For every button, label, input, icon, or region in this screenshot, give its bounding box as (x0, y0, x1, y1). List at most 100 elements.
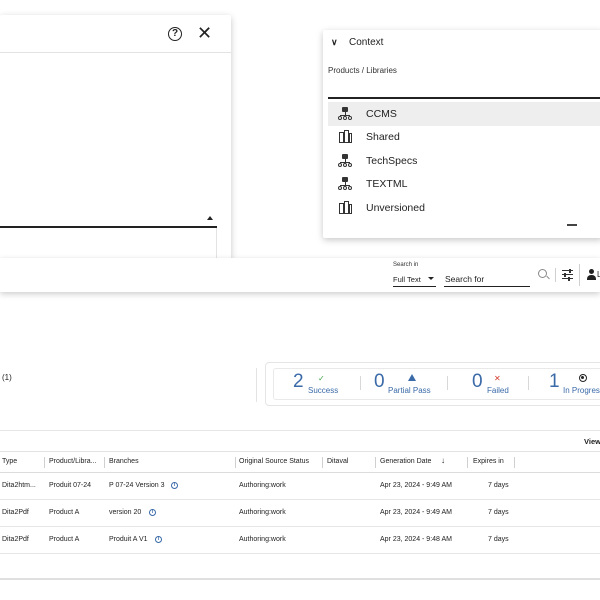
column-divider[interactable] (104, 457, 105, 468)
cell-expires: 7 days (488, 536, 509, 543)
context-item-label: Unversioned (366, 201, 425, 214)
stat-label: Success (308, 386, 339, 395)
stat-value: 2 (293, 371, 304, 392)
search-input[interactable] (444, 272, 530, 287)
chevron-down-icon[interactable]: ∨ (331, 37, 341, 47)
context-item-unversioned[interactable]: Unversioned (328, 196, 600, 220)
column-divider[interactable] (467, 457, 468, 468)
search-in-label: Search in (393, 262, 419, 268)
library-icon (338, 130, 352, 144)
cell-branch: P 07-24 Version 3 (109, 482, 165, 489)
cell-product: Product A (49, 536, 80, 543)
table-row[interactable]: Dita2Pdf Product A Produit A V1 i Author… (0, 527, 600, 554)
toolbar-divider (579, 264, 580, 286)
help-icon[interactable]: ? (168, 27, 182, 41)
table-header: Type Product/Libra... Branches Original … (0, 451, 600, 473)
context-path-label: Products / Libraries (328, 66, 397, 75)
stat-label: Failed (487, 386, 509, 395)
view-button[interactable]: View (584, 437, 600, 446)
status-summary-card: 2 ✓ Success 0 Partial Pass 0 ✕ Failed 1 … (265, 362, 600, 406)
context-item-label: CCMS (366, 107, 397, 120)
results-table: Type Product/Libra... Branches Original … (0, 451, 600, 554)
result-count: (1) (2, 373, 12, 382)
stat-partial-pass[interactable]: 0 Partial Pass (374, 371, 444, 397)
summary-divider (256, 368, 257, 402)
context-item-label: Shared (366, 131, 400, 144)
triangle-icon (408, 374, 416, 381)
search-scope-select[interactable]: Full Text (393, 273, 436, 287)
table-row[interactable]: Dita2Pdf Product A version 20 i Authorin… (0, 500, 600, 527)
stat-divider (528, 376, 529, 390)
info-icon[interactable]: i (155, 535, 162, 543)
table-bottom-border (0, 578, 600, 580)
column-divider[interactable] (235, 457, 236, 468)
cell-type: Dita2Pdf (2, 536, 29, 543)
x-icon: ✕ (494, 374, 501, 383)
cell-generation-date: Apr 23, 2024 - 9:49 AM (380, 482, 452, 489)
info-icon[interactable]: i (149, 508, 156, 516)
cell-generation-date: Apr 23, 2024 - 9:49 AM (380, 509, 452, 516)
stat-label: In Progress (563, 386, 600, 395)
cell-expires: 7 days (488, 482, 509, 489)
column-divider[interactable] (375, 457, 376, 468)
stat-divider (360, 376, 361, 390)
column-header-expires[interactable]: Expires in (473, 458, 504, 465)
user-icon[interactable] (587, 269, 596, 280)
stat-value: 0 (472, 371, 483, 392)
cell-source-status: Authoring:work (239, 482, 286, 489)
stat-failed[interactable]: 0 ✕ Failed (472, 371, 522, 397)
context-input[interactable] (328, 97, 600, 99)
stat-success[interactable]: 2 ✓ Success (293, 371, 353, 397)
context-panel: ∨ Context Products / Libraries CCMS Shar… (323, 30, 600, 238)
stat-value: 0 (374, 371, 385, 392)
context-item-label: TEXTML (366, 178, 408, 191)
search-icon[interactable] (538, 269, 547, 278)
section-divider (0, 430, 600, 431)
toolbar-divider (555, 268, 556, 282)
search-scope-value: Full Text (393, 275, 421, 284)
context-item-shared[interactable]: Shared (328, 126, 600, 150)
column-header-ditaval[interactable]: Ditaval (327, 458, 348, 465)
stat-in-progress[interactable]: 1 In Progress (549, 371, 600, 397)
column-header-branches[interactable]: Branches (109, 458, 139, 465)
context-item-textml[interactable]: TEXTML (328, 173, 600, 197)
close-icon[interactable]: ✕ (197, 23, 212, 43)
scroll-handle[interactable] (567, 224, 577, 226)
cell-branch: version 20 (109, 509, 142, 516)
cell-type: Dita2Pdf (2, 509, 29, 516)
in-progress-icon (579, 374, 587, 382)
cell-source-status: Authoring:work (239, 509, 286, 516)
caret-down-icon (428, 277, 434, 280)
tree-icon (338, 177, 352, 191)
cell-expires: 7 days (488, 509, 509, 516)
tree-icon (338, 106, 352, 121)
dropdown-field-area (0, 228, 217, 261)
column-header-product[interactable]: Product/Libra... (49, 458, 96, 465)
context-title[interactable]: Context (349, 37, 383, 48)
cell-product: Product A (49, 509, 80, 516)
context-item-label: TechSpecs (366, 154, 418, 167)
table-row[interactable]: Dita2htm... Produit 07-24 P 07-24 Versio… (0, 473, 600, 500)
context-item-ccms[interactable]: CCMS (328, 102, 600, 126)
stat-value: 1 (549, 371, 560, 392)
context-item-techspecs[interactable]: TechSpecs (328, 149, 600, 173)
library-icon (338, 200, 352, 215)
stat-divider (447, 376, 448, 390)
sort-descending-icon[interactable]: ↓ (441, 456, 445, 465)
column-divider[interactable] (514, 457, 515, 468)
column-header-source-status[interactable]: Original Source Status (239, 458, 309, 465)
cell-type: Dita2htm... (2, 482, 36, 489)
column-header-generation-date[interactable]: Generation Date (380, 458, 431, 465)
stat-label: Partial Pass (388, 386, 431, 395)
tree-icon (338, 153, 352, 168)
cell-source-status: Authoring:work (239, 536, 286, 543)
column-divider[interactable] (322, 457, 323, 468)
check-icon: ✓ (318, 374, 325, 383)
filter-sliders-icon[interactable] (562, 268, 573, 281)
cell-product: Produit 07-24 (49, 482, 92, 489)
caret-up-icon[interactable] (207, 216, 213, 220)
info-icon[interactable]: i (171, 481, 178, 489)
dialog-panel: ? ✕ (0, 15, 231, 261)
column-header-type[interactable]: Type (2, 458, 17, 465)
column-divider[interactable] (44, 457, 45, 468)
